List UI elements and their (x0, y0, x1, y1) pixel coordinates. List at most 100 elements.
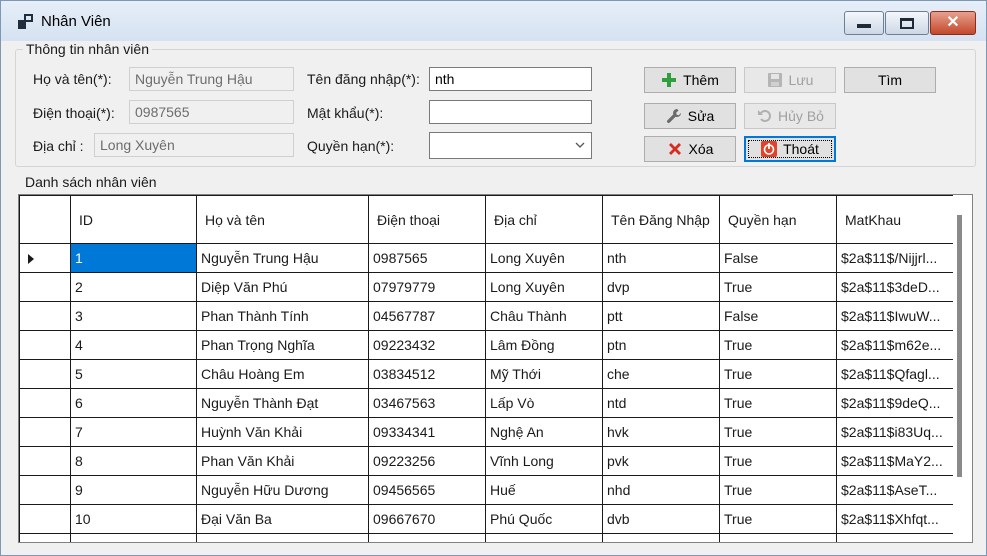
cell-role[interactable]: True (719, 504, 837, 534)
table-cell[interactable] (836, 533, 954, 542)
cell-username[interactable]: ptn (602, 330, 720, 360)
column-header-username[interactable]: Tên Đăng Nhập (602, 195, 720, 244)
table-cell[interactable] (70, 533, 197, 542)
cell-password[interactable]: $2a$11$9deQ... (836, 388, 954, 418)
table-row[interactable]: 7 Huỳnh Văn Khải 09334341 Nghệ An hvk True $2a… (19, 417, 954, 447)
cell-password[interactable]: $2a$11$IwuW... (836, 301, 954, 331)
cell-username[interactable]: dvp (602, 272, 720, 302)
row-header[interactable] (19, 475, 71, 505)
cell-id[interactable]: 8 (70, 446, 197, 476)
table-cell[interactable] (368, 533, 486, 542)
add-button[interactable]: Thêm (644, 67, 736, 93)
address-input[interactable] (94, 133, 294, 157)
cell-address[interactable]: Phú Quốc (485, 504, 603, 534)
column-header-password[interactable]: MatKhau (836, 195, 954, 244)
cell-role[interactable]: False (719, 243, 837, 273)
row-header[interactable] (19, 417, 71, 447)
row-header[interactable] (19, 301, 71, 331)
cell-address[interactable]: Lấp Vò (485, 388, 603, 418)
cell-role[interactable]: True (719, 359, 837, 389)
row-header[interactable] (19, 504, 71, 534)
cell-role[interactable]: True (719, 272, 837, 302)
row-header[interactable] (19, 533, 71, 542)
cell-id[interactable]: 6 (70, 388, 197, 418)
title-bar[interactable]: Nhân Viên ✕ (1, 1, 986, 41)
cell-role[interactable]: True (719, 417, 837, 447)
table-row[interactable]: 10 Đại Văn Ba 09667670 Phú Quốc dvb True $2a$1… (19, 504, 954, 534)
table-row[interactable]: 1 Nguyễn Trung Hậu 0987565 Long Xuyên nth Fal… (19, 243, 954, 273)
cell-address[interactable]: Lâm Đồng (485, 330, 603, 360)
table-cell[interactable] (719, 533, 837, 542)
fullname-input[interactable] (129, 67, 294, 91)
column-header-address[interactable]: Địa chỉ (485, 195, 603, 244)
cell-phone[interactable]: 04567787 (368, 301, 486, 331)
table-row[interactable] (19, 533, 954, 542)
cell-password[interactable]: $2a$11$Xhfqt... (836, 504, 954, 534)
username-input[interactable] (429, 67, 592, 91)
row-header[interactable] (19, 359, 71, 389)
delete-button[interactable]: Xóa (644, 136, 736, 162)
column-header-id[interactable]: ID (70, 195, 197, 244)
cell-fullname[interactable]: Nguyễn Trung Hậu (196, 243, 369, 273)
maximize-button[interactable] (885, 11, 929, 35)
table-row[interactable]: 6 Nguyễn Thành Đạt 03467563 Lấp Vò ntd True $2… (19, 388, 954, 418)
cell-username[interactable]: ptt (602, 301, 720, 331)
cell-address[interactable]: Long Xuyên (485, 243, 603, 273)
row-header[interactable] (19, 388, 71, 418)
cell-id[interactable]: 1 (70, 243, 197, 273)
scrollbar-thumb[interactable] (957, 215, 962, 477)
cell-id[interactable]: 3 (70, 301, 197, 331)
column-header-fullname[interactable]: Họ và tên (196, 195, 369, 244)
cell-password[interactable]: $2a$11$m62e... (836, 330, 954, 360)
cancel-button[interactable]: Hủy Bỏ (744, 103, 836, 129)
cell-id[interactable]: 4 (70, 330, 197, 360)
cell-address[interactable]: Huế (485, 475, 603, 505)
phone-input[interactable] (129, 100, 294, 124)
cell-role[interactable]: False (719, 301, 837, 331)
cell-fullname[interactable]: Châu Hoàng Em (196, 359, 369, 389)
cell-phone[interactable]: 03834512 (368, 359, 486, 389)
cell-username[interactable]: dvb (602, 504, 720, 534)
cell-username[interactable]: che (602, 359, 720, 389)
cell-fullname[interactable]: Nguyễn Thành Đạt (196, 388, 369, 418)
cell-username[interactable]: pvk (602, 446, 720, 476)
cell-password[interactable]: $2a$11$3deD... (836, 272, 954, 302)
cell-phone[interactable]: 07979779 (368, 272, 486, 302)
table-row[interactable]: 3 Phan Thành Tính 04567787 Châu Thành ptt Fal… (19, 301, 954, 331)
cell-fullname[interactable]: Đại Văn Ba (196, 504, 369, 534)
search-button[interactable]: Tìm (844, 67, 936, 93)
close-window-button[interactable]: ✕ (930, 11, 976, 35)
cell-phone[interactable]: 09456565 (368, 475, 486, 505)
cell-address[interactable]: Châu Thành (485, 301, 603, 331)
cell-phone[interactable]: 09334341 (368, 417, 486, 447)
cell-phone[interactable]: 09223256 (368, 446, 486, 476)
cell-address[interactable]: Vĩnh Long (485, 446, 603, 476)
table-row[interactable]: 4 Phan Trọng Nghĩa 09223432 Lâm Đồng ptn True… (19, 330, 954, 360)
cell-role[interactable]: True (719, 330, 837, 360)
row-header[interactable] (19, 272, 71, 302)
table-cell[interactable] (196, 533, 369, 542)
cell-password[interactable]: $2a$11$AseT... (836, 475, 954, 505)
cell-id[interactable]: 5 (70, 359, 197, 389)
password-input[interactable] (429, 100, 592, 124)
cell-id[interactable]: 7 (70, 417, 197, 447)
cell-phone[interactable]: 0987565 (368, 243, 486, 273)
row-header[interactable] (19, 243, 71, 273)
table-row[interactable]: 2 Diệp Văn Phú 07979779 Long Xuyên dvp True $2… (19, 272, 954, 302)
column-header-role[interactable]: Quyền hạn (719, 195, 837, 244)
cell-username[interactable]: nhd (602, 475, 720, 505)
table-row[interactable]: 9 Nguyễn Hữu Dương 09456565 Huế nhd True $2a$1… (19, 475, 954, 505)
cell-address[interactable]: Mỹ Thới (485, 359, 603, 389)
table-cell[interactable] (485, 533, 603, 542)
cell-id[interactable]: 9 (70, 475, 197, 505)
cell-phone[interactable]: 09667670 (368, 504, 486, 534)
column-header-phone[interactable]: Điện thoại (368, 195, 486, 244)
cell-username[interactable]: hvk (602, 417, 720, 447)
cell-fullname[interactable]: Phan Thành Tính (196, 301, 369, 331)
cell-fullname[interactable]: Huỳnh Văn Khải (196, 417, 369, 447)
save-button[interactable]: Lưu (744, 67, 836, 93)
role-dropdown[interactable] (429, 132, 592, 159)
cell-password[interactable]: $2a$11$/Nijjrl... (836, 243, 954, 273)
cell-role[interactable]: True (719, 475, 837, 505)
table-row[interactable]: 5 Châu Hoàng Em 03834512 Mỹ Thới che True $2a$… (19, 359, 954, 389)
